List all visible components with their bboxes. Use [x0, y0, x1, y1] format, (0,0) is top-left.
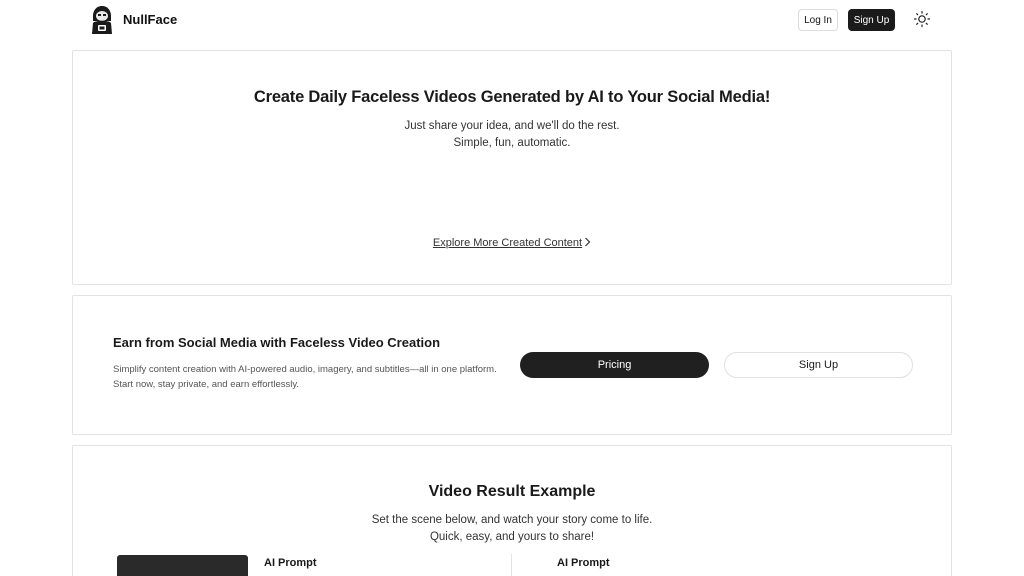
pricing-button[interactable]: Pricing — [520, 352, 709, 378]
example-subtitle-line-2: Quick, easy, and yours to share! — [429, 531, 595, 543]
earn-section: Earn from Social Media with Faceless Vid… — [72, 295, 952, 435]
earn-title: Earn from Social Media with Faceless Vid… — [113, 335, 441, 350]
video-thumbnail[interactable] — [117, 555, 248, 576]
example-title: Video Result Example — [428, 483, 596, 500]
hero-subtitle: Just share your idea, and we'll do the r… — [73, 118, 951, 152]
brand-name[interactable]: NullFace — [123, 12, 177, 27]
explore-content-link[interactable]: Explore More Created Content — [73, 237, 951, 249]
earn-signup-button[interactable]: Sign Up — [724, 352, 913, 378]
column-divider — [511, 554, 512, 576]
site-header: NullFace Log In Sign Up — [0, 0, 1024, 40]
login-button[interactable]: Log In — [798, 9, 838, 31]
ai-prompt-label: AI Prompt — [557, 557, 610, 569]
hero-title: Create Daily Faceless Videos Generated b… — [253, 88, 771, 106]
hero-section: Create Daily Faceless Videos Generated b… — [72, 50, 952, 285]
chevron-right-icon — [585, 237, 591, 247]
explore-content-link-label[interactable]: Explore More Created Content — [433, 237, 582, 249]
signup-button[interactable]: Sign Up — [848, 9, 895, 31]
video-example-section: Video Result Example Set the scene below… — [72, 445, 952, 576]
sun-icon[interactable] — [913, 10, 931, 28]
earn-description: Simplify content creation with AI-powere… — [113, 364, 497, 390]
hero-subtitle-line-1: Just share your idea, and we'll do the r… — [404, 120, 620, 132]
hooded-figure-logo-icon[interactable] — [90, 5, 114, 35]
example-subtitle-line-1: Set the scene below, and watch your stor… — [371, 514, 653, 526]
ai-prompt-label: AI Prompt — [264, 557, 317, 569]
hero-subtitle-line-2: Simple, fun, automatic. — [453, 137, 571, 149]
example-subtitle: Set the scene below, and watch your stor… — [73, 512, 951, 546]
